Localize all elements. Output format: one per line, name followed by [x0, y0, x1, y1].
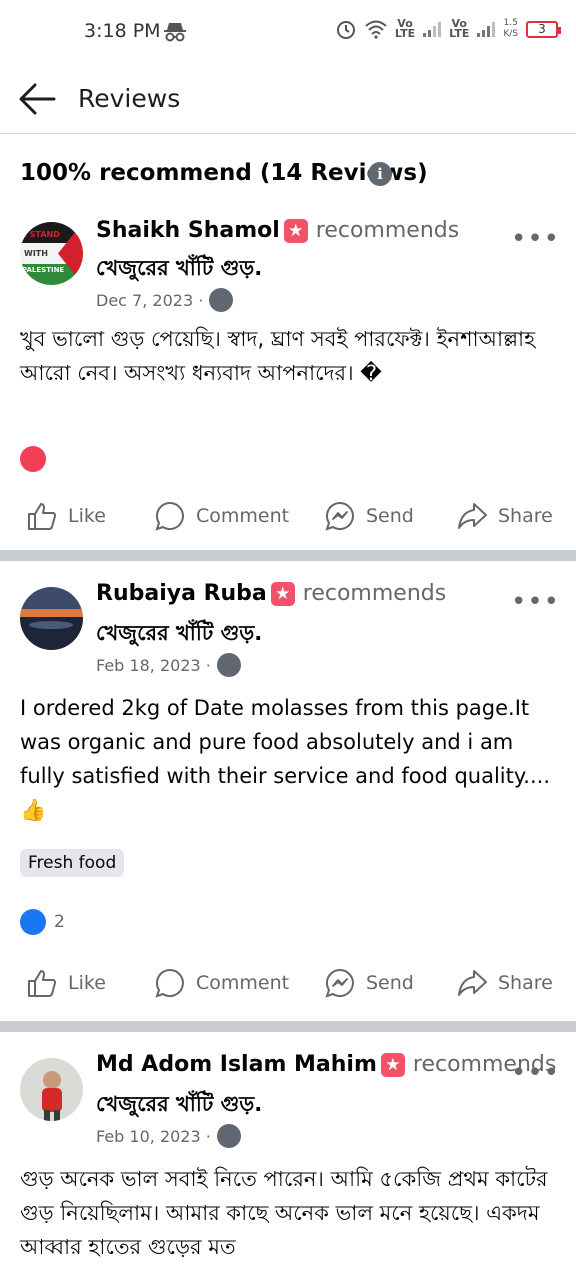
- info-icon[interactable]: i: [368, 162, 392, 186]
- avatar[interactable]: [20, 1058, 83, 1121]
- reviewer-line: Md Adom Islam Mahim ★ recommends: [96, 1052, 556, 1077]
- reaction-count: 2: [54, 912, 65, 932]
- share-icon: [458, 503, 487, 529]
- alarm-icon: [336, 21, 355, 39]
- comment-icon: [155, 968, 184, 998]
- page-title: Reviews: [78, 84, 181, 113]
- recommend-summary-text: 100% recommend (14 Reviews): [20, 160, 428, 186]
- app-bar: Reviews: [0, 66, 576, 134]
- review-text: খুব ভালো গুড় পেয়েছি। স্বাদ, ঘ্রাণ সবই …: [20, 327, 536, 385]
- date-line: Feb 10, 2023 ·: [96, 1124, 241, 1148]
- love-reaction-icon[interactable]: [20, 446, 46, 472]
- like-button[interactable]: Like: [26, 500, 106, 532]
- avatar-text-1: I STAND: [24, 230, 60, 239]
- avatar-text-2: WITH: [24, 249, 48, 258]
- comment-icon: [155, 501, 184, 531]
- signal-1-icon: [423, 21, 442, 37]
- share-icon: [458, 970, 487, 996]
- globe-icon: [216, 1124, 241, 1148]
- page-name[interactable]: খেজুরের খাঁটি গুড়.: [96, 252, 262, 287]
- globe-icon: [209, 288, 234, 312]
- more-options-icon[interactable]: •••: [511, 226, 560, 252]
- like-button[interactable]: Like: [26, 967, 106, 999]
- send-button[interactable]: Send: [324, 500, 414, 532]
- recommends-label: recommends: [315, 218, 460, 243]
- action-bar: Like Comment Send Share: [0, 967, 576, 1007]
- reviewer-name[interactable]: Rubaiya Ruba: [96, 581, 267, 606]
- review-text: I ordered 2kg of Date molasses from this…: [20, 696, 551, 822]
- status-icons: Vo LTE Vo LTE 1.5 K/S 3: [335, 17, 561, 40]
- more-options-icon[interactable]: •••: [511, 1060, 560, 1086]
- review-date[interactable]: Dec 7, 2023 ·: [96, 291, 203, 310]
- section-divider: [0, 550, 576, 561]
- reaction-summary[interactable]: 2: [20, 909, 65, 935]
- reviewer-name[interactable]: Md Adom Islam Mahim: [96, 1052, 377, 1077]
- review-card: Md Adom Islam Mahim ★ recommends ••• খেজ…: [0, 1032, 576, 1280]
- page-name[interactable]: খেজুরের খাঁটি গুড়.: [96, 1088, 262, 1123]
- like-icon: [28, 503, 56, 530]
- incognito-icon: [164, 23, 186, 42]
- recommend-star-icon: ★: [283, 218, 308, 243]
- net-speed: 1.5 K/S: [503, 18, 518, 39]
- review-date[interactable]: Feb 18, 2023 ·: [96, 656, 211, 675]
- avatar-text-3: PALESTINE: [22, 266, 64, 274]
- status-bar: 3:18 PM Vo LTE Vo LTE 1.5 K/S 3: [0, 0, 576, 66]
- volte-1: Vo LTE: [394, 17, 416, 40]
- comment-button[interactable]: Comment: [154, 967, 289, 999]
- review-tag[interactable]: Fresh food: [20, 849, 125, 877]
- like-icon: [28, 970, 56, 997]
- battery-icon: 3: [526, 20, 561, 38]
- recommend-summary: 100% recommend (14 Reviews) i: [0, 134, 576, 208]
- globe-icon: [216, 653, 241, 677]
- date-line: Dec 7, 2023 ·: [96, 288, 234, 312]
- wifi-icon: [365, 20, 387, 39]
- recommends-label: recommends: [302, 581, 447, 606]
- signal-2-icon: [477, 21, 496, 37]
- like-reaction-icon: [20, 909, 46, 935]
- page-name[interactable]: খেজুরের খাঁটি গুড়.: [96, 617, 262, 652]
- section-divider: [0, 1021, 576, 1032]
- date-line: Feb 18, 2023 ·: [96, 653, 241, 677]
- reviewer-line: Rubaiya Ruba ★ recommends: [96, 581, 446, 606]
- back-arrow-icon[interactable]: [18, 82, 56, 116]
- comment-button[interactable]: Comment: [154, 500, 289, 532]
- recommend-star-icon: ★: [380, 1052, 405, 1077]
- status-time: 3:18 PM: [84, 20, 161, 42]
- review-card: Rubaiya Ruba ★ recommends ••• খেজুরের খা…: [0, 561, 576, 1023]
- share-button[interactable]: Share: [456, 967, 553, 999]
- review-card: I STAND WITH PALESTINE Shaikh Shamol ★ r…: [0, 208, 576, 550]
- action-bar: Like Comment Send Share: [0, 500, 576, 540]
- review-text: গুড় অনেক ভাল সবাই নিতে পারেন। আমি ৫কেজি…: [20, 1167, 548, 1259]
- volte-2: Vo LTE: [449, 17, 470, 40]
- more-options-icon[interactable]: •••: [511, 589, 560, 615]
- avatar[interactable]: I STAND WITH PALESTINE: [20, 222, 83, 285]
- review-date[interactable]: Feb 10, 2023 ·: [96, 1127, 211, 1146]
- reviewer-line: Shaikh Shamol ★ recommends: [96, 218, 459, 243]
- recommend-star-icon: ★: [270, 581, 295, 606]
- reviewer-name[interactable]: Shaikh Shamol: [96, 218, 280, 243]
- share-button[interactable]: Share: [456, 500, 553, 532]
- messenger-icon: [325, 501, 354, 531]
- send-button[interactable]: Send: [324, 967, 414, 999]
- avatar[interactable]: [20, 587, 83, 650]
- messenger-icon: [325, 968, 354, 998]
